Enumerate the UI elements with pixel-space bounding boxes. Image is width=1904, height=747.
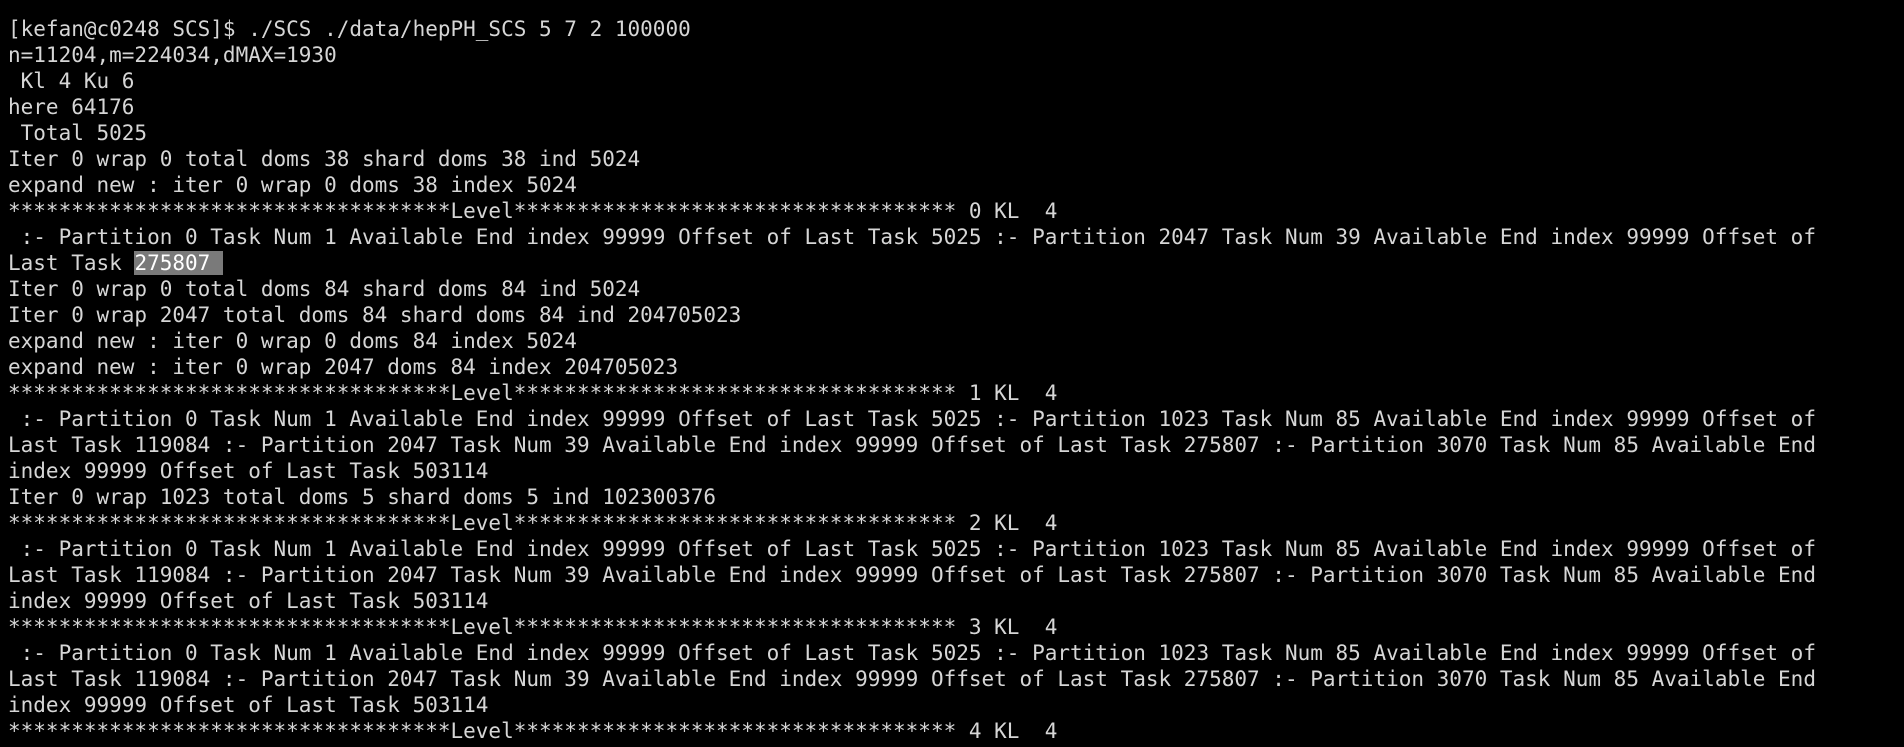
terminal-line-command-prompt: [kefan@c0248 SCS]$ ./SCS ./data/hepPH_SC… xyxy=(8,17,691,41)
terminal-line-level-separator: ***********************************Level… xyxy=(8,381,1058,405)
terminal-line-expand: expand new : iter 0 wrap 0 doms 84 index… xyxy=(8,329,577,353)
terminal-line-level-separator: ***********************************Level… xyxy=(8,719,1058,743)
terminal-window[interactable]: [kefan@c0248 SCS]$ ./SCS ./data/hepPH_SC… xyxy=(0,0,1904,747)
terminal-line-total: Total 5025 xyxy=(8,121,148,145)
terminal-line-partition-cont: index 99999 Offset of Last Task 503114 xyxy=(8,693,489,717)
terminal-line-iter: Iter 0 wrap 2047 total doms 84 shard dom… xyxy=(8,303,742,327)
terminal-line-partition-cont: Last Task 119084 :- Partition 2047 Task … xyxy=(8,563,1816,587)
terminal-line-expand: expand new : iter 0 wrap 0 doms 38 index… xyxy=(8,173,577,197)
terminal-line-prefix: Last Task xyxy=(8,251,135,275)
terminal-line-expand: expand new : iter 0 wrap 2047 doms 84 in… xyxy=(8,355,679,379)
terminal-line-iter: Iter 0 wrap 0 total doms 84 shard doms 8… xyxy=(8,277,641,301)
terminal-line-iter: Iter 0 wrap 0 total doms 38 shard doms 3… xyxy=(8,147,641,171)
terminal-line-graph-stats: n=11204,m=224034,dMAX=1930 xyxy=(8,43,337,67)
terminal-line-iter: Iter 0 wrap 1023 total doms 5 shard doms… xyxy=(8,485,717,509)
terminal-line-partition: :- Partition 0 Task Num 1 Available End … xyxy=(8,537,1816,561)
terminal-line-partition-cont: Last Task 275807 xyxy=(8,250,1904,276)
terminal-line-kl-ku: Kl 4 Ku 6 xyxy=(8,69,135,93)
terminal-line-level-separator: ***********************************Level… xyxy=(8,615,1058,639)
terminal-line-partition: :- Partition 0 Task Num 1 Available End … xyxy=(8,641,1816,665)
terminal-line-partition: :- Partition 0 Task Num 1 Available End … xyxy=(8,407,1816,431)
terminal-line-partition-cont: index 99999 Offset of Last Task 503114 xyxy=(8,589,489,613)
terminal-line-level-separator: ***********************************Level… xyxy=(8,199,1058,223)
terminal-line-partition-cont: Last Task 119084 :- Partition 2047 Task … xyxy=(8,433,1816,457)
terminal-selection[interactable]: 275807 xyxy=(134,251,223,275)
terminal-line-here: here 64176 xyxy=(8,95,135,119)
terminal-line-partition: :- Partition 0 Task Num 1 Available End … xyxy=(8,225,1816,249)
terminal-line-partition-cont: index 99999 Offset of Last Task 503114 xyxy=(8,459,489,483)
terminal-line-level-separator: ***********************************Level… xyxy=(8,511,1058,535)
terminal-line-partition-cont: Last Task 119084 :- Partition 2047 Task … xyxy=(8,667,1816,691)
